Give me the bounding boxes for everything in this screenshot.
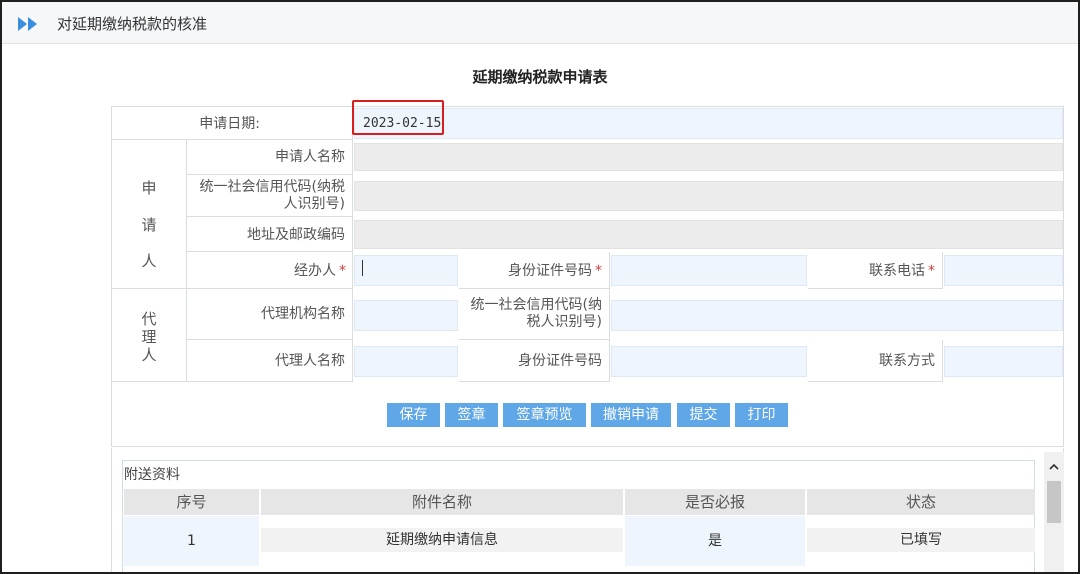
page-title: 对延期缴纳税款的核准 (57, 15, 208, 33)
handler-label-text: 经办人 (294, 263, 336, 279)
apply-date-highlight (352, 100, 444, 135)
agency-credit-code-field[interactable] (611, 300, 1063, 331)
applicant-group-char-1: 申 (141, 179, 157, 197)
apply-date-field[interactable] (354, 108, 1063, 139)
applicant-name-field[interactable] (354, 143, 1063, 171)
cell-no: 1 (124, 516, 259, 566)
agent-id-field[interactable] (611, 346, 807, 377)
print-button[interactable]: 打印 (735, 403, 788, 427)
agent-id-label: 身份证件号码 (518, 353, 602, 369)
sign-button[interactable]: 签章 (445, 403, 498, 427)
column-header-attachment-name: 附件名称 (261, 489, 623, 515)
agency-name-label: 代理机构名称 (261, 306, 345, 322)
column-header-status: 状态 (807, 489, 1035, 515)
form-title: 延期缴纳税款申请表 (472, 68, 608, 86)
app-frame: 对延期缴纳税款的核准 延期缴纳税款申请表 申请日期: 申 请 人 申请人名称 统… (0, 0, 1080, 574)
phone-label: 联系电话 * (810, 263, 935, 280)
agency-name-field[interactable] (354, 300, 458, 331)
address-label: 地址及邮政编码 (247, 227, 345, 243)
credit-code-label: 统一社会信用代码(纳税人识别号) (199, 179, 345, 212)
text-caret (362, 260, 363, 276)
agency-credit-code-label: 统一社会信用代码(纳税人识别号) (470, 297, 602, 330)
agent-contact-label: 联系方式 (879, 353, 935, 369)
attachments-title: 附送资料 (124, 467, 180, 483)
column-header-no: 序号 (124, 489, 259, 515)
agent-contact-field[interactable] (944, 346, 1063, 377)
submit-button[interactable]: 提交 (677, 403, 730, 427)
address-field[interactable] (354, 220, 1063, 249)
title-bar: 对延期缴纳税款的核准 (2, 2, 1078, 44)
handler-label: 经办人 * (189, 263, 346, 280)
sign-preview-button[interactable]: 签章预览 (503, 403, 586, 427)
required-mark: * (928, 263, 935, 279)
agent-name-field[interactable] (354, 346, 458, 377)
id-number-field[interactable] (611, 255, 807, 286)
applicant-name-label: 申请人名称 (275, 149, 345, 165)
double-chevron-right-icon (18, 17, 37, 31)
revoke-application-button[interactable]: 撤销申请 (591, 403, 671, 427)
agent-group-char-2: 理 (141, 328, 157, 346)
required-mark: * (339, 263, 346, 279)
cell-status: 已填写 (807, 528, 1035, 552)
applicant-group-char-2: 请 (141, 216, 157, 234)
id-number-label-text: 身份证件号码 (508, 263, 592, 279)
cell-attachment-name[interactable]: 延期缴纳申请信息 (261, 528, 623, 552)
phone-label-text: 联系电话 (869, 263, 925, 279)
phone-field[interactable] (944, 255, 1063, 286)
agent-name-label: 代理人名称 (275, 353, 345, 369)
cell-required: 是 (625, 516, 805, 566)
credit-code-field[interactable] (354, 181, 1063, 211)
handler-field[interactable] (354, 255, 458, 286)
save-button[interactable]: 保存 (387, 403, 440, 427)
agent-group-char-3: 人 (141, 346, 157, 364)
applicant-group-char-3: 人 (141, 252, 157, 270)
chevron-up-icon[interactable] (1047, 460, 1061, 474)
agent-group-char-1: 代 (141, 310, 157, 328)
column-header-required: 是否必报 (625, 489, 805, 515)
required-mark: * (595, 263, 602, 279)
scrollbar-thumb[interactable] (1047, 481, 1061, 523)
apply-date-label: 申请日期: (199, 116, 260, 132)
id-number-label: 身份证件号码 * (461, 263, 602, 280)
